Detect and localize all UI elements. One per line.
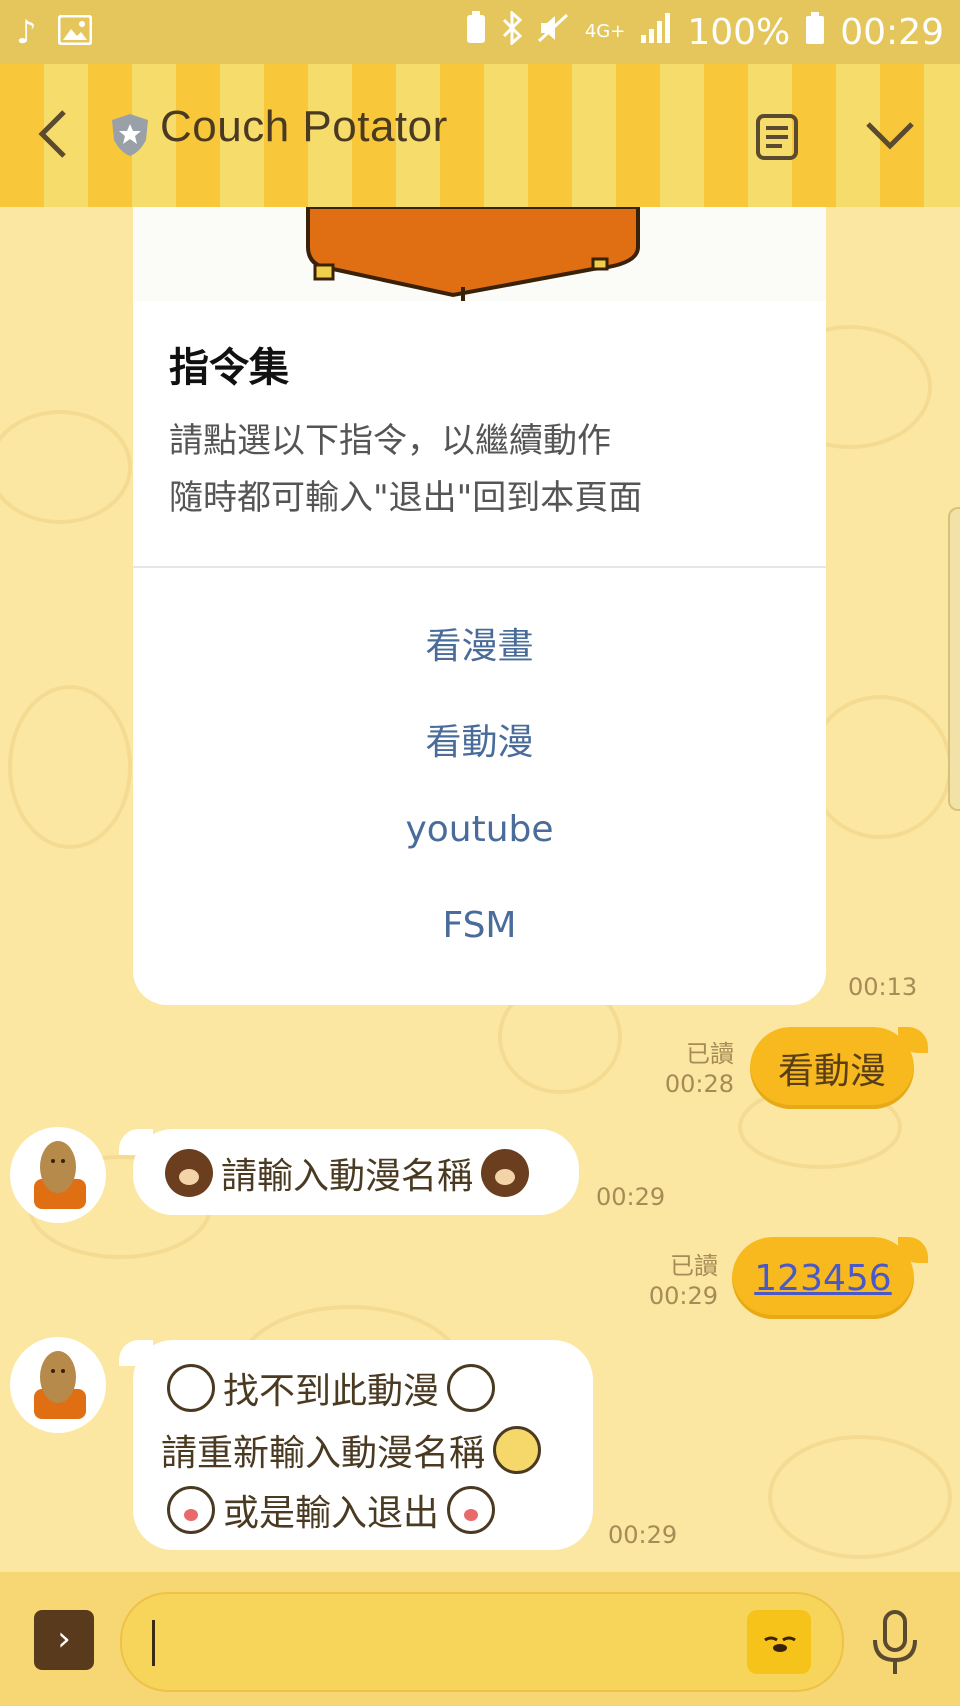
chevron-down-icon: [866, 122, 914, 150]
message-line-2: 請重新輸入動漫名稱: [161, 1433, 486, 1474]
menu-icon: [756, 114, 798, 160]
bunny-emoji-icon: [447, 1486, 496, 1534]
sad-face-emoji-icon: [447, 1364, 496, 1412]
message-time: 00:13: [848, 973, 918, 1001]
chat-area[interactable]: 指令集 請點選以下指令，以繼續動作 隨時都可輸入"退出"回到本頁面 看漫畫 看動…: [0, 207, 960, 1572]
message-line-1: 找不到此動漫: [223, 1371, 440, 1412]
bluetooth-icon: [501, 9, 523, 54]
mic-icon: [873, 1610, 917, 1674]
card-divider: [133, 566, 826, 568]
message-time: 00:29: [596, 1183, 666, 1211]
expand-button[interactable]: ›: [34, 1610, 94, 1670]
expand-icon: ›: [57, 1619, 71, 1659]
command-card: 指令集 請點選以下指令，以繼續動作 隨時都可輸入"退出"回到本頁面 看漫畫 看動…: [133, 207, 826, 1005]
back-icon: [38, 110, 66, 158]
card-description: 請點選以下指令，以繼續動作 隨時都可輸入"退出"回到本頁面: [169, 413, 642, 527]
bear-emoji-icon: [481, 1149, 530, 1197]
battery-saver-icon: [465, 10, 487, 54]
message-text: 請輸入動漫名稱: [221, 1156, 474, 1197]
message-link[interactable]: 123456: [754, 1258, 891, 1299]
card-desc-line1: 請點選以下指令，以繼續動作: [169, 421, 611, 461]
card-title: 指令集: [169, 345, 289, 391]
image-icon: [57, 14, 93, 49]
message-bubble-sent[interactable]: 看動漫: [750, 1027, 928, 1109]
voice-button[interactable]: [870, 1610, 920, 1676]
card-desc-line2: 隨時都可輸入"退出"回到本頁面: [169, 478, 643, 518]
message-bubble-received[interactable]: 找不到此動漫 請重新輸入動漫名稱 或是輸入退出: [119, 1340, 593, 1550]
message-bubble-received[interactable]: 請輸入動漫名稱: [119, 1129, 579, 1215]
text-cursor: [152, 1620, 155, 1666]
message-time: 00:29: [608, 1521, 678, 1549]
read-receipt: 已讀 00:28: [664, 1040, 734, 1098]
shield-icon: [110, 112, 150, 158]
music-icon: ♪: [16, 13, 37, 51]
avatar[interactable]: [10, 1337, 106, 1433]
action-watch-anime[interactable]: 看動漫: [133, 713, 826, 765]
sticker-button[interactable]: [747, 1610, 811, 1674]
chat-title: Couch Potator: [160, 102, 448, 151]
read-receipt: 已讀 00:29: [648, 1252, 718, 1310]
action-fsm[interactable]: FSM: [133, 905, 826, 946]
battery-icon: [804, 11, 826, 54]
sad-face-emoji-icon: [167, 1364, 215, 1412]
input-bar: ›: [0, 1572, 960, 1706]
status-bar: ♪ 4G+ 100% 00:29: [0, 0, 960, 64]
sticker-icon: [764, 1636, 796, 1652]
message-line-3: 或是輸入退出: [223, 1493, 440, 1534]
card-image: [133, 207, 826, 301]
bear-emoji-icon: [165, 1149, 213, 1197]
action-read-manga[interactable]: 看漫畫: [133, 617, 826, 669]
wink-emoji-icon: [493, 1426, 542, 1474]
bunny-emoji-icon: [167, 1486, 215, 1534]
scroll-handle[interactable]: [948, 507, 960, 811]
message-bubble-sent[interactable]: 123456: [732, 1237, 928, 1319]
notes-button[interactable]: [754, 112, 800, 162]
signal-icon: [639, 11, 673, 54]
message-text: 看動漫: [777, 1051, 886, 1092]
collapse-button[interactable]: [864, 116, 916, 156]
action-youtube[interactable]: youtube: [133, 809, 826, 850]
message-input[interactable]: [120, 1592, 844, 1692]
network-type: 4G+: [584, 21, 626, 42]
avatar[interactable]: [10, 1127, 106, 1223]
battery-percent: 100%: [687, 11, 791, 53]
clock: 00:29: [840, 11, 944, 53]
mute-icon: [537, 11, 571, 54]
back-button[interactable]: [30, 104, 80, 164]
chat-header: Couch Potator: [0, 64, 960, 207]
